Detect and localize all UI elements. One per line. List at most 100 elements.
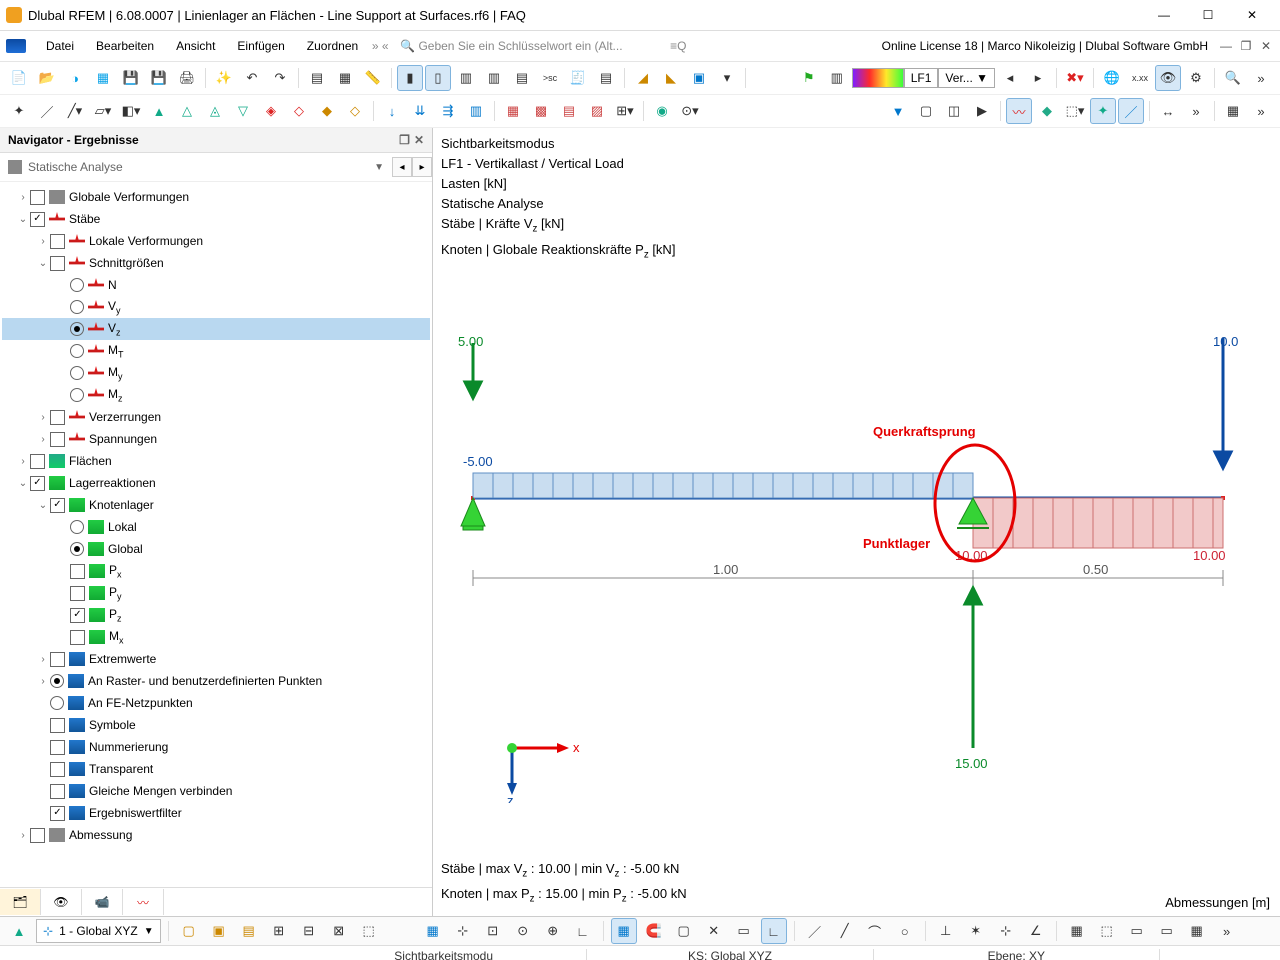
draw12-icon[interactable]: ▭ [1154, 918, 1180, 944]
draw13-icon[interactable]: ▦ [1184, 918, 1210, 944]
panel-float-icon[interactable]: ❐ [399, 133, 410, 147]
close-button[interactable]: ✕ [1230, 1, 1274, 29]
sb5-icon[interactable]: ⊟ [296, 918, 322, 944]
script-icon[interactable]: ▤ [304, 65, 330, 91]
draw11-icon[interactable]: ▭ [1124, 918, 1150, 944]
minimize-button[interactable]: — [1142, 1, 1186, 29]
hinge2-icon[interactable]: ◇ [286, 98, 312, 124]
panel-c-icon[interactable]: ▥ [453, 65, 479, 91]
grid3-icon[interactable]: ▤ [556, 98, 582, 124]
saveas-icon[interactable]: 💾 [146, 65, 172, 91]
sb4-icon[interactable]: ⊞ [266, 918, 292, 944]
filter-icon[interactable]: ▼ [885, 98, 911, 124]
sup2-icon[interactable]: △ [174, 98, 200, 124]
snap8-icon[interactable]: 🧲 [641, 918, 667, 944]
snap5-icon[interactable]: ⊕ [540, 918, 566, 944]
view-a-icon[interactable]: ◢ [630, 65, 656, 91]
keyword-search[interactable]: 🔍 Geben Sie ein Schlüsselwort ein (Alt..… [392, 35, 668, 57]
draw10-icon[interactable]: ⬚ [1094, 918, 1120, 944]
snap10-icon[interactable]: ✕ [701, 918, 727, 944]
tree-item[interactable]: My [2, 362, 430, 384]
snap11-icon[interactable]: ▭ [731, 918, 757, 944]
save-icon[interactable]: 💾 [118, 65, 144, 91]
tree-item[interactable]: Gleiche Mengen verbinden [2, 780, 430, 802]
menu-zuordnen[interactable]: Zuordnen [297, 35, 368, 57]
nav-tab-views[interactable]: 📹 [82, 889, 123, 915]
grid-big-icon[interactable]: ▦ [1220, 98, 1246, 124]
node-icon[interactable]: ✦ [6, 98, 32, 124]
tree-item[interactable]: Ergebniswertfilter [2, 802, 430, 824]
snap9-icon[interactable]: ▢ [671, 918, 697, 944]
coord-system-selector[interactable]: ⊹1 - Global XYZ▼ [36, 919, 161, 943]
snap6-icon[interactable]: ∟ [570, 918, 596, 944]
report-icon[interactable]: 🧾 [565, 65, 591, 91]
filter-prev-icon[interactable]: ◂ [392, 157, 412, 177]
sel1-icon[interactable]: ◉ [649, 98, 675, 124]
opt-icon[interactable]: ⚙ [1183, 65, 1209, 91]
tree-item[interactable]: Pz [2, 604, 430, 626]
menu-einfuegen[interactable]: Einfügen [227, 35, 294, 57]
cloud-icon[interactable]: ◑ [62, 65, 88, 91]
panel-d-icon[interactable]: ▥ [481, 65, 507, 91]
sup1-icon[interactable]: ▲ [146, 98, 172, 124]
tree-item[interactable]: ⌄Schnittgrößen [2, 252, 430, 274]
mdi-restore-icon[interactable]: ❐ [1238, 39, 1254, 53]
tree-item[interactable]: N [2, 274, 430, 296]
draw6-icon[interactable]: ✶ [963, 918, 989, 944]
surface-icon[interactable]: ▱▾ [90, 98, 116, 124]
render-icon[interactable]: ⬚▾ [1062, 98, 1088, 124]
load2-icon[interactable]: ⇊ [407, 98, 433, 124]
member-icon[interactable]: ╱▾ [62, 98, 88, 124]
tree-item[interactable]: ⌄Knotenlager [2, 494, 430, 516]
grid5-icon[interactable]: ⊞▾ [612, 98, 638, 124]
line-icon[interactable]: ／ [34, 98, 60, 124]
ribbon-app-icon[interactable] [6, 39, 26, 53]
view-b-icon[interactable]: ◣ [658, 65, 684, 91]
panel-a-icon[interactable]: ▮ [397, 65, 423, 91]
tree-item[interactable]: ›Abmessung [2, 824, 430, 846]
list-icon[interactable]: ▤ [593, 65, 619, 91]
eye-icon[interactable]: 👁 [1155, 65, 1181, 91]
rel1-icon[interactable]: ◆ [314, 98, 340, 124]
sel2-icon[interactable]: ⊙▾ [677, 98, 703, 124]
load4-icon[interactable]: ▥ [463, 98, 489, 124]
overflow3-icon[interactable]: » [1248, 98, 1274, 124]
section-icon[interactable]: ／ [1118, 98, 1144, 124]
tree-item[interactable]: ›Lokale Verformungen [2, 230, 430, 252]
del-x-icon[interactable]: ✖▾ [1062, 65, 1088, 91]
sb3-icon[interactable]: ▤ [236, 918, 262, 944]
draw3-icon[interactable]: ⌒ [862, 918, 888, 944]
tree-item[interactable]: ⌄Lagerreaktionen [2, 472, 430, 494]
view2-icon[interactable]: ◫ [941, 98, 967, 124]
mdi-close-icon[interactable]: ✕ [1258, 39, 1274, 53]
tree-item[interactable]: Px [2, 560, 430, 582]
view-d-icon[interactable]: ▾ [714, 65, 740, 91]
snap7-icon[interactable]: ▦ [611, 918, 637, 944]
tree-item[interactable]: Lokal [2, 516, 430, 538]
draw9-icon[interactable]: ▦ [1064, 918, 1090, 944]
tree-item[interactable]: Vz [2, 318, 430, 340]
tree-item[interactable]: Transparent [2, 758, 430, 780]
tree-item[interactable]: ⌄Stäbe [2, 208, 430, 230]
tree-item[interactable]: ›Flächen [2, 450, 430, 472]
tree-item[interactable]: ›Verzerrungen [2, 406, 430, 428]
panel-close-icon[interactable]: ✕ [414, 133, 424, 147]
sup3-icon[interactable]: ◬ [202, 98, 228, 124]
snap2-icon[interactable]: ⊹ [450, 918, 476, 944]
sb2-icon[interactable]: ▣ [206, 918, 232, 944]
panel-e-icon[interactable]: ▤ [509, 65, 535, 91]
tree-item[interactable]: ›Extremwerte [2, 648, 430, 670]
units-icon[interactable]: 📏 [360, 65, 386, 91]
table-icon[interactable]: ▦ [332, 65, 358, 91]
tree-item[interactable]: An FE-Netzpunkten [2, 692, 430, 714]
analysis-type-selector[interactable]: Statische Analyse ▼ [0, 160, 392, 174]
clip-icon[interactable]: ✦ [1090, 98, 1116, 124]
panel-b-icon[interactable]: ▯ [425, 65, 451, 91]
snap12-icon[interactable]: ∟ [761, 918, 787, 944]
draw4-icon[interactable]: ○ [892, 918, 918, 944]
iso-icon[interactable]: ◆ [1034, 98, 1060, 124]
cs-icon[interactable]: ▲ [6, 918, 32, 944]
draw7-icon[interactable]: ⊹ [993, 918, 1019, 944]
draw1-icon[interactable]: ／ [802, 918, 828, 944]
mdi-minimize-icon[interactable]: — [1218, 39, 1234, 53]
